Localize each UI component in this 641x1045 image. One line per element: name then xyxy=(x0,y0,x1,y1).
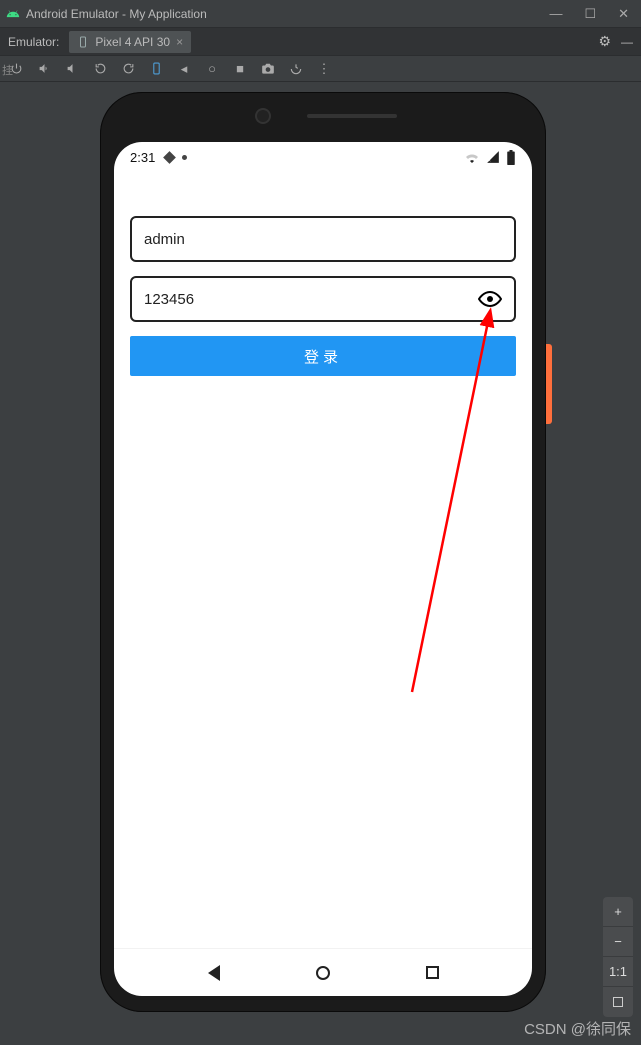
status-app-icon xyxy=(163,151,176,164)
emulator-canvas: 2:31 × xyxy=(0,82,641,1045)
zoom-actual-icon[interactable] xyxy=(603,987,633,1017)
rotate-left-icon[interactable] xyxy=(92,61,108,77)
close-tab-icon[interactable]: × xyxy=(176,35,183,49)
password-input[interactable] xyxy=(144,291,478,308)
eye-icon[interactable] xyxy=(478,287,502,311)
left-edge-label: 挂 xyxy=(2,62,13,78)
zoom-in-button[interactable]: + xyxy=(603,897,633,927)
overview-icon[interactable]: ■ xyxy=(232,61,248,77)
nav-bar xyxy=(114,948,532,996)
collapse-icon[interactable]: — xyxy=(621,35,633,49)
titlebar: Android Emulator - My Application — ☐ ✕ xyxy=(0,0,641,28)
emulator-tab-label: Pixel 4 API 30 xyxy=(95,35,170,49)
login-form: 登录 xyxy=(114,172,532,376)
svg-text:×: × xyxy=(488,158,491,163)
zoom-out-button[interactable]: − xyxy=(603,927,633,957)
rotate-right-icon[interactable] xyxy=(120,61,136,77)
more-icon[interactable]: ⋮ xyxy=(316,61,332,77)
window: Android Emulator - My Application — ☐ ✕ … xyxy=(0,0,641,1045)
screenshot-icon[interactable] xyxy=(260,61,276,77)
power-button-edge xyxy=(546,344,552,424)
login-button-label: 登录 xyxy=(304,346,342,367)
emulator-label: Emulator: xyxy=(8,35,59,49)
signal-icon: × xyxy=(486,151,500,163)
username-field[interactable] xyxy=(130,216,516,262)
zoom-fit-button[interactable]: 1:1 xyxy=(603,957,633,987)
device-frame: 2:31 × xyxy=(100,92,546,1012)
gear-icon[interactable]: ⚙ xyxy=(598,33,611,50)
login-button[interactable]: 登录 xyxy=(130,336,516,376)
nav-recent-icon[interactable] xyxy=(423,964,441,982)
control-toolbar: ◂ ○ ■ ⋮ xyxy=(0,56,641,82)
battery-icon xyxy=(506,150,516,165)
emulator-tab[interactable]: Pixel 4 API 30 × xyxy=(69,31,191,53)
device-frame-icon[interactable] xyxy=(148,61,164,77)
nav-home-icon[interactable] xyxy=(314,964,332,982)
emulator-toolbar: Emulator: Pixel 4 API 30 × ⚙ — xyxy=(0,28,641,56)
device-screen[interactable]: 2:31 × xyxy=(114,142,532,996)
close-button[interactable]: ✕ xyxy=(618,6,629,22)
wifi-icon xyxy=(464,151,480,163)
minimize-button[interactable]: — xyxy=(549,6,562,22)
maximize-button[interactable]: ☐ xyxy=(584,6,596,22)
android-logo-icon xyxy=(6,7,20,21)
status-time: 2:31 xyxy=(130,150,155,165)
volume-down-icon[interactable] xyxy=(64,61,80,77)
volume-up-icon[interactable] xyxy=(36,61,52,77)
nav-back-icon[interactable] xyxy=(205,964,223,982)
window-controls: — ☐ ✕ xyxy=(549,6,635,22)
device-icon xyxy=(77,36,89,48)
watermark: CSDN @徐同保 xyxy=(524,1018,631,1039)
status-bar: 2:31 × xyxy=(114,142,532,172)
zoom-panel: + − 1:1 xyxy=(603,897,633,1017)
username-input[interactable] xyxy=(144,231,502,248)
record-icon[interactable] xyxy=(288,61,304,77)
back-icon[interactable]: ◂ xyxy=(176,61,192,77)
window-title: Android Emulator - My Application xyxy=(26,7,549,21)
password-field[interactable] xyxy=(130,276,516,322)
status-dot-icon xyxy=(182,155,187,160)
home-icon[interactable]: ○ xyxy=(204,61,220,77)
